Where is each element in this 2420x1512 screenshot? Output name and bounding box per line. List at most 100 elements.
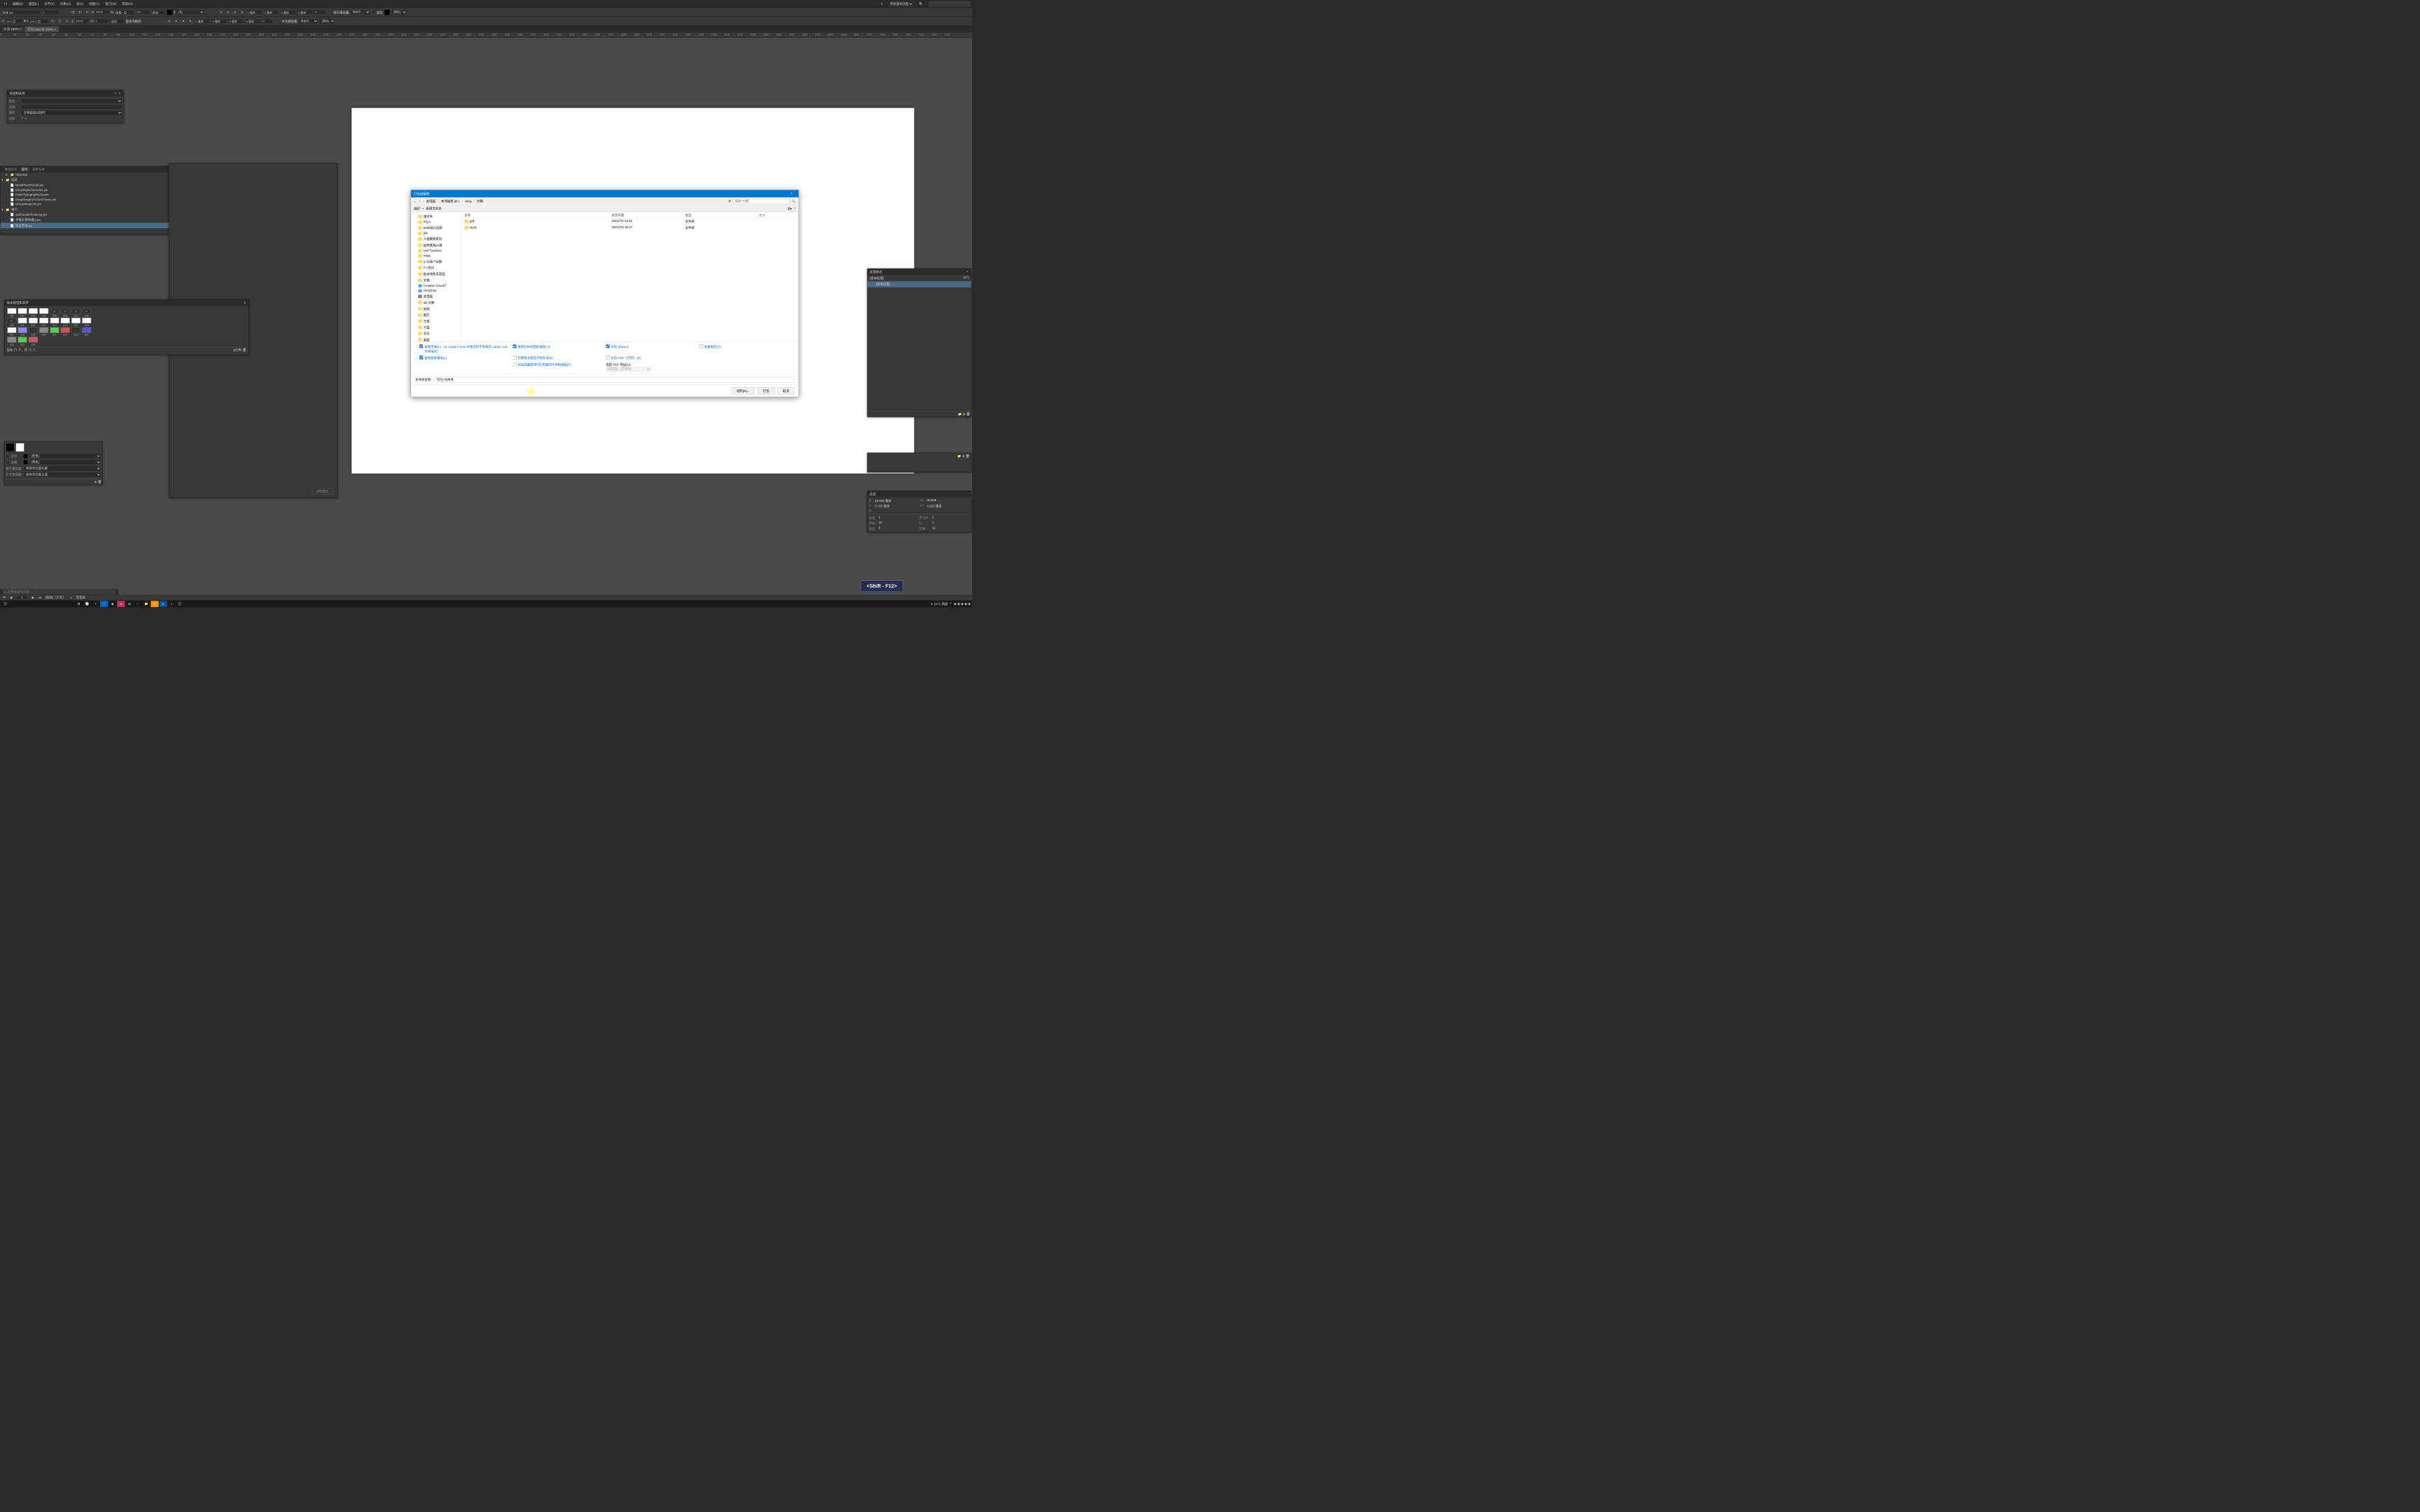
col-size-header[interactable]: 大小 xyxy=(759,213,796,217)
dialog-close-button[interactable]: × xyxy=(787,192,795,195)
justify-all-icon[interactable]: ≡ xyxy=(166,18,172,24)
page-nav-first-icon[interactable]: ⏮ xyxy=(3,596,6,599)
sample-button-021[interactable]: 021 xyxy=(50,328,60,337)
menu-help[interactable]: 帮助(H) xyxy=(119,1,135,6)
trash-icon[interactable]: 🗑 xyxy=(242,349,246,352)
btn-action-buttons[interactable]: + — xyxy=(22,117,27,120)
justify-right-icon[interactable]: ≡ xyxy=(188,18,193,24)
tab-datamerge[interactable]: 数据合并 xyxy=(3,167,20,172)
fill-color-select2[interactable]: [黑色] xyxy=(319,19,335,24)
menu-edit[interactable]: 编辑(E) xyxy=(10,1,26,6)
sample-button-018[interactable]: 018 xyxy=(18,328,27,337)
task-app1-icon[interactable]: □ xyxy=(100,601,108,607)
sample-button-015[interactable]: 015 xyxy=(71,318,81,327)
menu-file[interactable]: F) xyxy=(1,2,10,6)
fill-swatch-icon[interactable] xyxy=(167,9,172,15)
opt-copylinks[interactable]: 复制链接图形(L) xyxy=(419,356,510,360)
sample-button-010[interactable]: 010 xyxy=(18,318,27,327)
dialog-search-input[interactable] xyxy=(733,199,789,204)
btn-name-input[interactable] xyxy=(22,104,123,108)
instructions-button[interactable]: 说明(N)... xyxy=(731,387,755,394)
indent-last-input[interactable] xyxy=(211,19,227,23)
skew-input2[interactable] xyxy=(110,19,124,23)
align-justify-icon[interactable]: ≡ xyxy=(239,9,245,15)
sample-button-006[interactable]: ✓006 xyxy=(60,308,70,317)
border-color-swatch[interactable] xyxy=(24,461,28,465)
justify-left-icon[interactable]: ≡ xyxy=(174,18,179,24)
panel-close-icon[interactable]: × xyxy=(118,92,121,95)
underline-swatch[interactable] xyxy=(384,9,390,15)
space-inset2-input[interactable] xyxy=(245,19,260,23)
sample-button-020[interactable]: 020 xyxy=(39,328,48,337)
sample-button-004[interactable]: ✓004 xyxy=(39,308,48,317)
indent-first-input[interactable] xyxy=(263,10,279,14)
opt-copyfonts[interactable]: 复制字体(C)（从 Adobe Fonts 中激活的字体和非 Adobe CJK… xyxy=(419,344,510,354)
refresh-icon[interactable]: ⟳ xyxy=(728,200,731,203)
menu-object[interactable]: 对象(O) xyxy=(57,1,74,6)
nav-item[interactable]: OneDrive xyxy=(412,288,460,293)
task-wechat-icon[interactable]: ◉ xyxy=(125,601,133,607)
sample-button-003[interactable]: ✓003 xyxy=(28,308,38,317)
sample-button-102[interactable]: 102 xyxy=(28,337,38,346)
workspace-dropdown[interactable]: 传统基本功能 xyxy=(889,1,913,6)
dropcap-chars-input[interactable] xyxy=(262,19,273,23)
newfolder-button[interactable]: 新建文件夹 xyxy=(426,206,441,211)
page-nav-last-icon[interactable]: ⏭ xyxy=(39,596,41,599)
dropcap-lines-input[interactable] xyxy=(314,10,325,14)
baseline-shift-input[interactable] xyxy=(136,10,150,14)
nav-item[interactable]: 3D 对象 xyxy=(412,300,460,306)
nav-item[interactable]: 6.30用户手册 xyxy=(412,258,460,265)
doc-tab-2[interactable]: 打包.indd @ 200% × xyxy=(25,27,59,32)
strip-icon1[interactable]: 📁 xyxy=(957,455,961,458)
superscript-icon[interactable]: T¹ xyxy=(85,9,90,15)
task-cortana-icon[interactable]: ✦ xyxy=(92,601,99,607)
sample-button-008[interactable]: ✓008 xyxy=(81,308,91,317)
kerning-input[interactable] xyxy=(115,10,134,14)
indent-right-input[interactable] xyxy=(195,19,210,23)
align-center-icon[interactable]: ≡ xyxy=(225,9,231,15)
task-chrome-icon[interactable]: ◉ xyxy=(109,601,116,607)
col-name-header[interactable]: 名称 xyxy=(464,213,611,217)
font-family-input[interactable] xyxy=(1,10,41,14)
align-right-icon[interactable]: ≡ xyxy=(232,9,238,15)
share-icon[interactable]: ⇪ xyxy=(877,2,886,6)
view-mode-icon[interactable]: ⊞▾ xyxy=(788,206,792,210)
btn-type-select[interactable] xyxy=(22,99,123,104)
package-button[interactable]: 打包 xyxy=(758,387,774,394)
nav-item[interactable]: 园林景观ps源 xyxy=(412,242,460,248)
sample-button-025[interactable]: 025 xyxy=(7,337,17,346)
sample-button-014[interactable]: 014 xyxy=(60,318,70,327)
task-explorer-icon[interactable]: 📁 xyxy=(142,601,150,607)
space-before-input[interactable] xyxy=(280,10,295,14)
space-inset-input[interactable] xyxy=(228,19,244,23)
panel-menu-icon[interactable]: ≡ xyxy=(243,301,246,304)
align-left-icon[interactable]: ≡ xyxy=(218,9,224,15)
opt-updatelinks[interactable]: 更新包中的图形链接(U) xyxy=(513,344,604,354)
menubar-search[interactable] xyxy=(929,1,971,6)
nav-item[interactable]: 文稿 xyxy=(412,277,460,284)
menu-layout[interactable]: 版面(L) xyxy=(26,1,41,6)
tt-caps-icon[interactable]: TT xyxy=(70,9,76,15)
leading-input[interactable] xyxy=(29,19,48,23)
nav-up-icon[interactable]: ↑ xyxy=(419,200,421,203)
para-style-basic[interactable]: [基本段落] xyxy=(868,281,971,288)
fg-swatch[interactable] xyxy=(6,443,14,451)
sample-button-017[interactable]: 017 xyxy=(7,328,17,337)
footer-search-input[interactable] xyxy=(3,589,116,594)
mojikumi2-dd[interactable]: 简体中文默认值 xyxy=(24,472,101,477)
page-nav-prev-icon[interactable]: ◀ xyxy=(10,596,12,599)
sample-button-023[interactable]: 023 xyxy=(71,328,81,337)
sample-button-019[interactable]: 019 xyxy=(28,328,38,337)
nav-item[interactable]: T094 xyxy=(412,253,460,258)
sample-button-005[interactable]: ✓005 xyxy=(50,308,60,317)
tracking-input[interactable] xyxy=(95,19,109,23)
sample-button-016[interactable]: 016 xyxy=(81,318,91,327)
tab-scriptlabel[interactable]: 脚本标签 xyxy=(30,167,47,172)
nav-item[interactable]: 此电脑 xyxy=(412,293,460,300)
hanging2-dd[interactable]: 简体中文避头尾 xyxy=(24,466,101,471)
preflight-status[interactable]: 无错误 xyxy=(76,595,85,599)
btn-event-select[interactable]: 在释放或点按时 xyxy=(22,110,123,115)
tab-scripts[interactable]: 脚本 xyxy=(20,167,30,172)
dialog-nav-tree[interactable]: 课文件P5242006幼儿园彩pld人物模特系列园林景观ps源146 Toyok… xyxy=(411,212,461,342)
filename-input[interactable] xyxy=(434,377,794,382)
